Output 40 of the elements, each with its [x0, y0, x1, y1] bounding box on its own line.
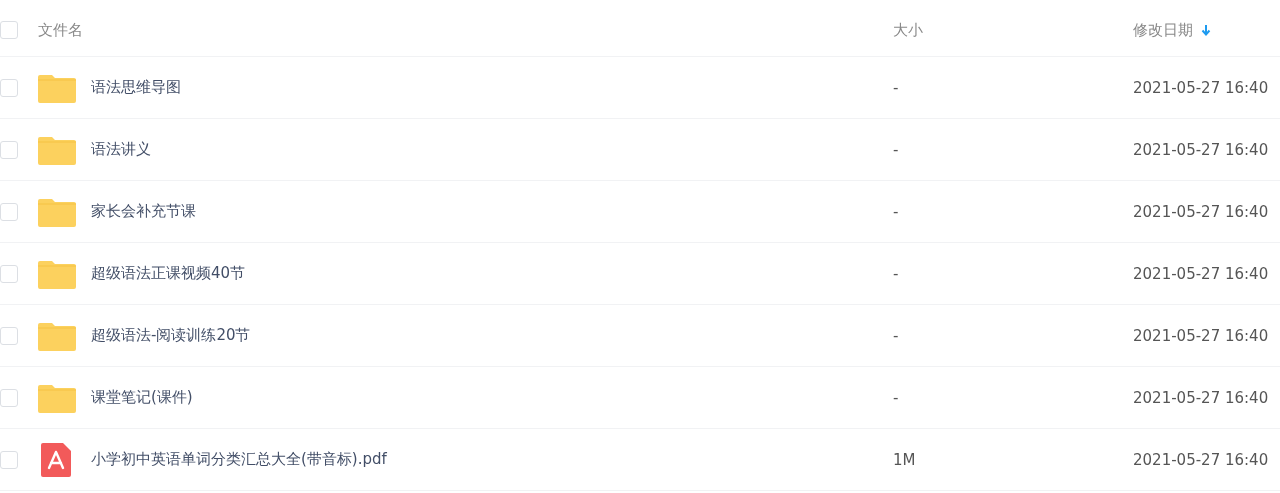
folder-icon: [38, 134, 76, 165]
row-checkbox[interactable]: [0, 326, 18, 345]
modified-date: 2021-05-27 16:40: [1133, 264, 1269, 283]
column-header[interactable]: 文件名: [38, 20, 83, 40]
row-checkbox[interactable]: [0, 140, 18, 159]
modified-date: 2021-05-27 16:40: [1133, 450, 1269, 469]
row-checkbox[interactable]: [0, 264, 18, 283]
file-name[interactable]: 家长会补充节课: [91, 202, 196, 221]
column-header[interactable]: 大小: [893, 20, 923, 40]
file-name[interactable]: 语法讲义: [91, 140, 151, 159]
row-checkbox[interactable]: [0, 202, 18, 221]
row-checkbox[interactable]: [0, 388, 18, 407]
select-all-checkbox[interactable]: [0, 21, 18, 39]
file-size: -: [893, 140, 899, 159]
modified-date: 2021-05-27 16:40: [1133, 140, 1269, 159]
file-name[interactable]: 课堂笔记(课件): [91, 388, 193, 407]
sort-arrow-icon[interactable]: [1201, 24, 1211, 36]
file-size: -: [893, 326, 899, 345]
folder-icon: [38, 382, 76, 413]
file-size: 1M: [893, 450, 916, 469]
file-name[interactable]: 超级语法-阅读训练20节: [91, 326, 251, 345]
column-header[interactable]: 修改日期: [1133, 20, 1193, 40]
folder-icon: [38, 258, 76, 289]
row-checkbox[interactable]: [0, 450, 18, 469]
modified-date: 2021-05-27 16:40: [1133, 326, 1269, 345]
modified-date: 2021-05-27 16:40: [1133, 78, 1269, 97]
file-name[interactable]: 语法思维导图: [91, 78, 181, 97]
file-name[interactable]: 超级语法正课视频40节: [91, 264, 246, 283]
folder-icon: [38, 320, 76, 351]
file-size: -: [893, 78, 899, 97]
pdf-file-icon: [41, 442, 71, 477]
file-name[interactable]: 小学初中英语单词分类汇总大全(带音标).pdf: [91, 450, 387, 469]
modified-date: 2021-05-27 16:40: [1133, 388, 1269, 407]
folder-icon: [38, 196, 76, 227]
file-size: -: [893, 388, 899, 407]
modified-date: 2021-05-27 16:40: [1133, 202, 1269, 221]
file-size: -: [893, 264, 899, 283]
row-checkbox[interactable]: [0, 78, 18, 97]
folder-icon: [38, 72, 76, 103]
file-size: -: [893, 202, 899, 221]
